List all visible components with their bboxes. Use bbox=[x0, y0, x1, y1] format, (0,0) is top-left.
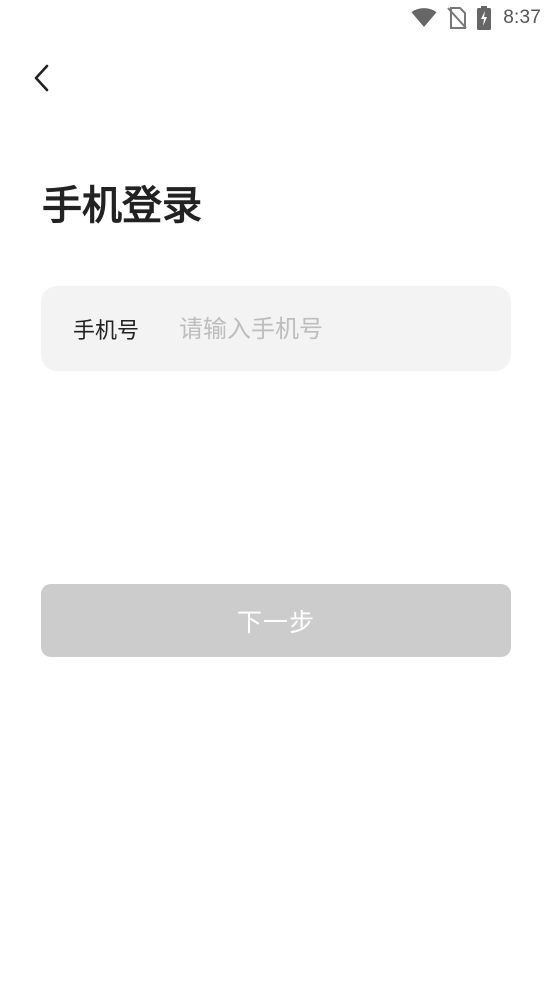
no-sim-icon bbox=[447, 7, 467, 29]
status-time: 8:37 bbox=[503, 7, 541, 28]
wifi-icon bbox=[411, 8, 437, 28]
status-bar: 8:37 bbox=[0, 0, 553, 36]
phone-input[interactable] bbox=[179, 308, 491, 349]
battery-charging-icon bbox=[477, 6, 492, 30]
phone-label: 手机号 bbox=[73, 318, 140, 344]
status-icons: 8:37 bbox=[411, 5, 541, 31]
back-button[interactable] bbox=[22, 60, 62, 100]
next-button[interactable]: 下一步 bbox=[41, 584, 511, 657]
phone-field[interactable]: 手机号 bbox=[41, 286, 511, 371]
page-title: 手机登录 bbox=[42, 183, 202, 229]
chevron-left-icon bbox=[32, 63, 52, 97]
